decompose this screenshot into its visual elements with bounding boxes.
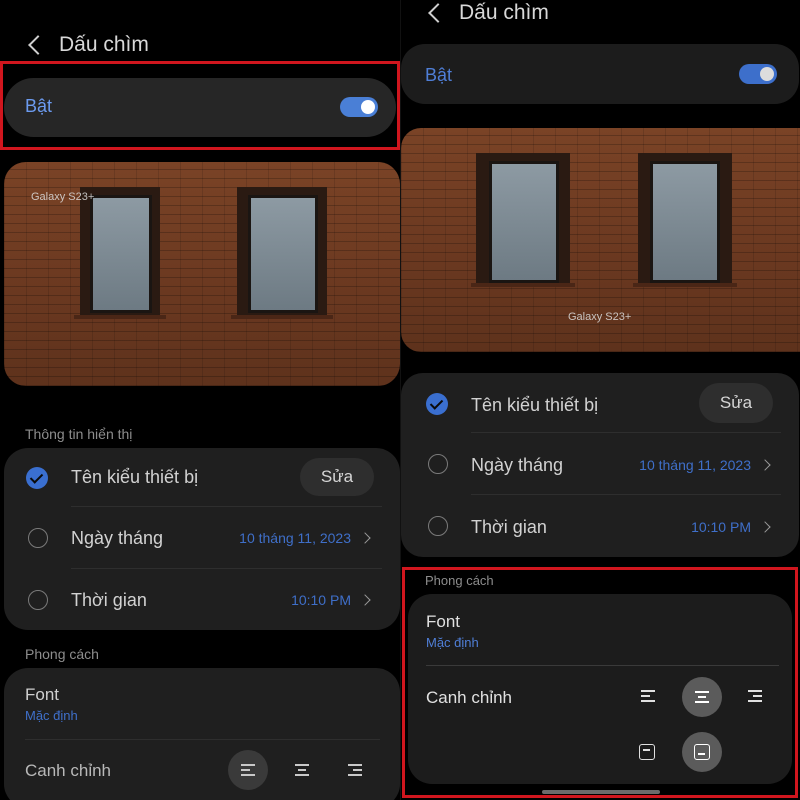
toggle-row[interactable]: Bật <box>401 44 799 104</box>
radio-time[interactable] <box>428 516 448 536</box>
list-item-model-name[interactable]: Tên kiểu thiết bị <box>71 467 198 488</box>
radio-time[interactable] <box>28 590 48 610</box>
date-value: 10 tháng 11, 2023 <box>239 530 351 546</box>
alignment-label: Canh chỉnh <box>25 761 112 780</box>
check-icon[interactable] <box>26 467 48 489</box>
page-title: Dấu chìm <box>459 1 549 24</box>
display-info-label: Thông tin hiển thị <box>25 426 133 442</box>
font-label[interactable]: Font <box>25 685 59 705</box>
time-value: 10:10 PM <box>691 519 751 535</box>
list-item-model-name[interactable]: Tên kiểu thiết bị <box>471 395 598 416</box>
style-card: Font Mặc định Canh chỉnh <box>4 668 400 800</box>
highlight-box <box>0 61 400 150</box>
back-icon[interactable] <box>28 35 48 55</box>
back-icon[interactable] <box>428 3 448 23</box>
align-left-icon <box>241 764 255 776</box>
align-center-icon[interactable] <box>295 764 309 776</box>
right-screenshot: Dấu chìm Bật Galaxy S23+ Tên kiểu thiết … <box>400 0 800 800</box>
toggle-label: Bật <box>425 65 453 85</box>
chevron-right-icon <box>759 521 771 533</box>
watermark-text: Galaxy S23+ <box>31 191 95 203</box>
page-title: Dấu chìm <box>59 33 149 56</box>
position-bottom-icon <box>694 744 710 760</box>
chevron-right-icon <box>359 532 371 544</box>
chevron-right-icon <box>359 594 371 606</box>
align-left-icon[interactable] <box>641 690 655 702</box>
font-label[interactable]: Font <box>426 612 460 632</box>
display-info-card: Tên kiểu thiết bị Sửa Ngày tháng 10 thán… <box>4 448 400 630</box>
check-icon[interactable] <box>426 393 448 415</box>
alignment-label: Canh chỉnh <box>426 688 513 707</box>
align-right-icon[interactable] <box>748 690 762 702</box>
radio-date[interactable] <box>428 454 448 474</box>
font-value: Mặc định <box>426 635 479 650</box>
font-value: Mặc định <box>25 708 78 723</box>
watermark-preview-image: Galaxy S23+ <box>401 128 800 352</box>
position-top-icon[interactable] <box>639 744 655 760</box>
watermark-toggle[interactable] <box>739 64 777 84</box>
time-value: 10:10 PM <box>291 592 351 608</box>
watermark-text: Galaxy S23+ <box>568 311 632 323</box>
align-center-icon <box>695 691 709 703</box>
watermark-preview-image: Galaxy S23+ <box>4 162 400 386</box>
edit-button[interactable]: Sửa <box>300 458 374 496</box>
edit-button[interactable]: Sửa <box>699 383 773 423</box>
date-value: 10 tháng 11, 2023 <box>639 457 751 473</box>
align-right-icon[interactable] <box>348 764 362 776</box>
radio-date[interactable] <box>28 528 48 548</box>
left-screenshot: Dấu chìm Bật Galaxy S23+ Thông tin hiển … <box>0 0 400 800</box>
style-card: Font Mặc định Canh chỉnh <box>408 594 792 784</box>
display-info-card: Tên kiểu thiết bị Sửa Ngày tháng 10 thán… <box>401 373 799 557</box>
list-item-date[interactable]: Ngày tháng <box>71 528 163 549</box>
list-item-date[interactable]: Ngày tháng <box>471 455 563 476</box>
style-label: Phong cách <box>25 646 99 662</box>
list-item-time[interactable]: Thời gian <box>471 517 547 538</box>
scrollbar[interactable] <box>542 790 660 794</box>
list-item-time[interactable]: Thời gian <box>71 590 147 611</box>
style-label: Phong cách <box>425 573 494 588</box>
chevron-right-icon <box>759 459 771 471</box>
